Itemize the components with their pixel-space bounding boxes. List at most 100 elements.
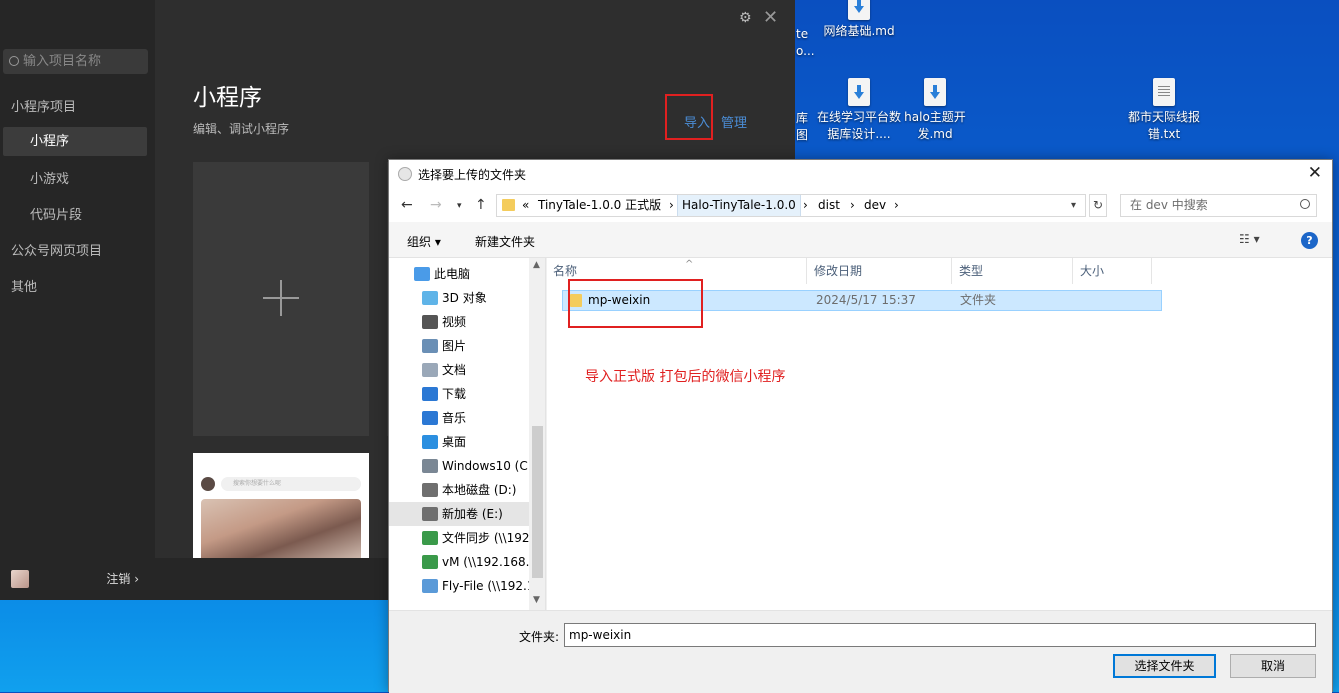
help-icon[interactable]: ? bbox=[1301, 232, 1318, 249]
nav-miniprogram-projects[interactable]: 小程序项目 bbox=[0, 96, 155, 115]
dialog-title: 选择要上传的文件夹 bbox=[418, 168, 527, 182]
markdown-file-icon bbox=[924, 78, 946, 106]
tree-item[interactable]: vM (\\192.168.5 bbox=[389, 550, 529, 574]
organize-menu[interactable]: 组织 ▾ bbox=[407, 233, 441, 250]
annotation-box-folder bbox=[568, 279, 703, 328]
search-icon bbox=[9, 56, 19, 66]
navigation-tree: 此电脑 3D 对象视频图片文档下载音乐桌面 Windows10 (C:) 本地磁盘 (… bbox=[389, 258, 546, 610]
close-icon[interactable]: ✕ bbox=[763, 7, 778, 28]
chevron-up-icon[interactable]: ▲ bbox=[533, 260, 540, 270]
nav-miniprogram[interactable]: 小程序 bbox=[3, 127, 147, 156]
network-drive-icon bbox=[422, 531, 438, 545]
breadcrumb-separator[interactable]: › bbox=[803, 195, 808, 216]
recent-dropdown-icon[interactable]: ▾ bbox=[457, 201, 462, 211]
tree-item[interactable]: 文件同步 (\\192 bbox=[389, 526, 529, 550]
markdown-file-icon bbox=[848, 0, 870, 20]
breadcrumb-separator[interactable]: › bbox=[850, 195, 855, 216]
manage-button[interactable]: 管理 bbox=[721, 112, 747, 131]
breadcrumb-separator[interactable]: › bbox=[894, 195, 899, 216]
desktop-file-icon[interactable]: 在线学习平台数据库设计.... bbox=[817, 78, 901, 143]
desktop-file-icon[interactable]: 网络基础.md bbox=[817, 0, 901, 40]
column-header-type[interactable]: 类型 bbox=[953, 258, 1073, 284]
tree-item-label: Fly-File (\\192.1 bbox=[442, 579, 529, 593]
tree-item[interactable]: 本地磁盘 (D:) bbox=[389, 478, 529, 502]
nav-minigame[interactable]: 小游戏 bbox=[0, 168, 155, 187]
tree-item[interactable]: Fly-File (\\192.1 bbox=[389, 574, 529, 598]
plus-icon bbox=[263, 280, 299, 316]
desktop-file-icon[interactable]: 都市天际线报错.txt bbox=[1122, 78, 1206, 143]
project-thumbnail[interactable]: 搜索你想要什么呢 bbox=[193, 453, 369, 558]
cancel-button[interactable]: 取消 bbox=[1230, 654, 1316, 678]
tree-item[interactable]: 此电脑 bbox=[389, 262, 529, 286]
column-header-size[interactable]: 大小 bbox=[1074, 258, 1152, 284]
text-file-icon bbox=[1153, 78, 1175, 106]
pc-icon bbox=[414, 267, 430, 281]
logout-button[interactable]: 注销 › bbox=[106, 570, 139, 587]
search-icon bbox=[1300, 199, 1310, 209]
document-icon bbox=[422, 363, 438, 377]
breadcrumb-overflow[interactable]: « bbox=[522, 195, 529, 216]
folder-name-input[interactable]: mp-weixin bbox=[564, 623, 1316, 647]
nav-other[interactable]: 其他 bbox=[0, 276, 155, 295]
tree-item[interactable]: 新加卷 (E:) bbox=[389, 502, 529, 526]
tree-item[interactable]: Windows10 (C:) bbox=[389, 454, 529, 478]
scrollbar-thumb[interactable] bbox=[532, 426, 543, 578]
network-drive-icon bbox=[422, 579, 438, 593]
desktop-file-icon[interactable]: halo主题开发.md bbox=[893, 78, 977, 143]
chevron-down-icon[interactable]: ▾ bbox=[1071, 195, 1076, 216]
close-icon[interactable]: ✕ bbox=[1308, 163, 1322, 183]
folder-search-input[interactable]: 在 dev 中搜索 bbox=[1120, 194, 1317, 217]
tree-item-label: 音乐 bbox=[442, 411, 467, 425]
tree-item-label: 此电脑 bbox=[434, 267, 471, 281]
project-search-input[interactable]: 输入项目名称 bbox=[3, 49, 148, 74]
chevron-down-icon[interactable]: ▼ bbox=[533, 595, 540, 605]
tree-item[interactable]: 图片 bbox=[389, 334, 529, 358]
breadcrumb-item[interactable]: dev bbox=[864, 195, 886, 216]
tree-scrollbar[interactable]: ▲ ▼ bbox=[529, 258, 545, 610]
tree-item[interactable]: 音乐 bbox=[389, 406, 529, 430]
folder-name-label: 文件夹: bbox=[519, 630, 560, 644]
annotation-text: 导入正式版 打包后的微信小程序 bbox=[585, 369, 786, 385]
tree-item-label: 文件同步 (\\192 bbox=[442, 531, 529, 545]
tree-item-label: 3D 对象 bbox=[442, 291, 487, 305]
tree-item-label: 文档 bbox=[442, 363, 467, 377]
breadcrumb-item[interactable]: TinyTale-1.0.0 正式版 bbox=[538, 195, 661, 216]
thumbnail-search: 搜索你想要什么呢 bbox=[221, 477, 361, 491]
forward-arrow-icon[interactable]: → bbox=[430, 197, 442, 213]
tree-item[interactable]: 文档 bbox=[389, 358, 529, 382]
select-folder-button[interactable]: 选择文件夹 bbox=[1113, 654, 1216, 678]
new-project-card[interactable] bbox=[193, 162, 369, 436]
picture-icon bbox=[422, 339, 438, 353]
nav-code-snippets[interactable]: 代码片段 bbox=[0, 204, 155, 223]
breadcrumb-separator[interactable]: › bbox=[669, 195, 674, 216]
address-bar[interactable]: « TinyTale-1.0.0 正式版 › Halo-TinyTale-1.0… bbox=[496, 194, 1086, 217]
desktop-file-label: 都市天际线报错.txt bbox=[1127, 110, 1200, 141]
breadcrumb-item[interactable]: dist bbox=[818, 195, 840, 216]
breadcrumb-item[interactable]: Halo-TinyTale-1.0.0 bbox=[677, 195, 801, 216]
gear-icon[interactable]: ⚙ bbox=[739, 10, 752, 26]
nav-official-account-web[interactable]: 公众号网页项目 bbox=[0, 240, 155, 259]
avatar[interactable] bbox=[11, 570, 29, 588]
folder-picker-dialog: 选择要上传的文件夹 ✕ ← → ▾ ↑ « TinyTale-1.0.0 正式版… bbox=[388, 159, 1333, 693]
tree-item-label: 新加卷 (E:) bbox=[442, 507, 503, 521]
back-arrow-icon[interactable]: ← bbox=[401, 197, 413, 213]
tree-item[interactable]: 3D 对象 bbox=[389, 286, 529, 310]
up-arrow-icon[interactable]: ↑ bbox=[475, 197, 487, 213]
markdown-file-icon bbox=[848, 78, 870, 106]
tree-item[interactable]: 桌面 bbox=[389, 430, 529, 454]
tree-item[interactable]: 下载 bbox=[389, 382, 529, 406]
tree-item-label: Windows10 (C:) bbox=[442, 459, 529, 473]
tree-item-label: 图片 bbox=[442, 339, 467, 353]
dialog-toolbar: 组织 ▾ 新建文件夹 ☷ ▾ ? bbox=[389, 222, 1332, 258]
page-title: 小程序 bbox=[193, 85, 262, 111]
avatar bbox=[201, 477, 215, 491]
view-options-icon[interactable]: ☷ ▾ bbox=[1239, 232, 1260, 246]
desktop-icon bbox=[422, 435, 438, 449]
sidebar-footer: 注销 › bbox=[0, 558, 155, 600]
drive-icon bbox=[422, 507, 438, 521]
column-header-date[interactable]: 修改日期 bbox=[808, 258, 952, 284]
refresh-icon[interactable]: ↻ bbox=[1089, 194, 1107, 217]
tree-item[interactable]: 视频 bbox=[389, 310, 529, 334]
new-folder-button[interactable]: 新建文件夹 bbox=[475, 233, 535, 250]
tree-item-label: 本地磁盘 (D:) bbox=[442, 483, 517, 497]
